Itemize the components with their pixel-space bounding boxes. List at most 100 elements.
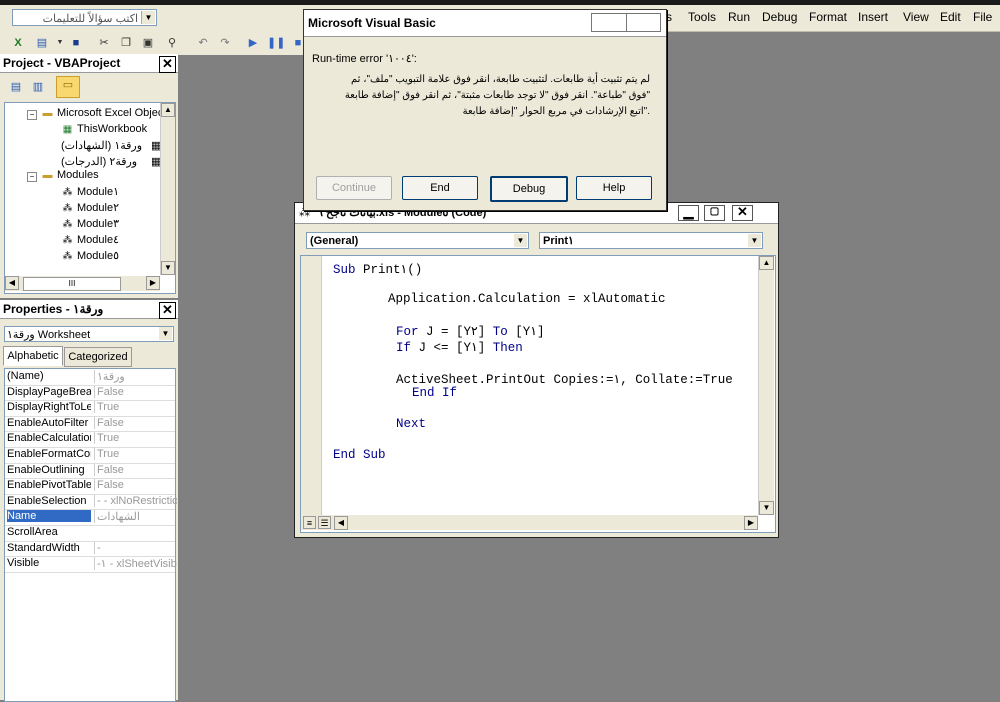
- property-row[interactable]: EnableSelection - - xlNoRestrictio: [5, 494, 177, 511]
- procedure-combo[interactable]: Print١ ▼: [539, 232, 763, 249]
- tree-item-sheet1[interactable]: (ورقة١ (الشهادات: [61, 139, 142, 152]
- menu-item-file[interactable]: File: [973, 10, 992, 24]
- chevron-right-icon[interactable]: ▶: [146, 276, 160, 290]
- undo-icon[interactable]: ↶: [195, 35, 211, 51]
- property-value[interactable]: False: [94, 463, 177, 476]
- view-code-icon[interactable]: ▤: [8, 79, 24, 95]
- property-value[interactable]: True: [94, 432, 177, 445]
- procedure-view-icon[interactable]: ≡: [303, 516, 316, 529]
- code-editor[interactable]: Sub Print١() Application.Calculation = x…: [300, 255, 776, 533]
- property-value[interactable]: False: [94, 385, 177, 398]
- chevron-down-icon[interactable]: ▼: [141, 11, 155, 24]
- collapse-icon[interactable]: −: [27, 110, 37, 120]
- chevron-up-icon[interactable]: ▲: [759, 256, 774, 270]
- scroll-thumb[interactable]: III: [23, 277, 121, 291]
- menu-item-debug[interactable]: Debug: [762, 10, 797, 24]
- full-module-view-icon[interactable]: ☰: [318, 516, 331, 529]
- close-icon[interactable]: ✕: [159, 56, 176, 73]
- minimize-icon[interactable]: ▁: [678, 205, 699, 221]
- property-row[interactable]: (Name) ورقة١: [5, 369, 175, 386]
- project-tree: − ▬ Microsoft Excel Objec ▦ ThisWorkbook (…: [4, 102, 176, 294]
- chevron-left-icon[interactable]: ◀: [5, 276, 19, 290]
- property-value[interactable]: False: [94, 416, 177, 429]
- tree-item-module4[interactable]: ⁂ Module٤: [61, 233, 120, 246]
- menu-item-view[interactable]: View: [903, 10, 929, 24]
- property-row[interactable]: StandardWidth -: [5, 541, 175, 558]
- menu-item-format[interactable]: Format: [809, 10, 847, 24]
- chevron-left-icon[interactable]: ◀: [334, 516, 348, 530]
- redo-icon[interactable]: ↷: [217, 35, 233, 51]
- end-button[interactable]: End: [402, 176, 478, 200]
- property-row[interactable]: EnableOutlining False: [5, 463, 175, 480]
- paste-icon[interactable]: ▣: [140, 35, 156, 51]
- menu-item-edit[interactable]: Edit: [940, 10, 961, 24]
- close-icon[interactable]: ✕: [732, 205, 753, 221]
- break-icon[interactable]: ❚❚: [267, 35, 285, 51]
- menu-item-run[interactable]: Run: [728, 10, 750, 24]
- help-search-box[interactable]: اكتب سؤالاً للتعليمات ▼: [12, 9, 157, 26]
- property-value[interactable]: True: [94, 448, 177, 460]
- code-line: If J <= [Y١] Then: [396, 341, 523, 355]
- cut-icon[interactable]: ✂: [96, 35, 112, 51]
- margin-indicator-bar[interactable]: [301, 256, 322, 515]
- close-icon[interactable]: ✕: [159, 302, 176, 319]
- tree-item-module2[interactable]: ⁂ Module٢: [61, 201, 120, 214]
- tree-item-module5[interactable]: ⁂ Module٥: [61, 249, 120, 262]
- tab-categorized[interactable]: Categorized: [64, 347, 132, 367]
- code-vscrollbar[interactable]: ▲ ▼: [758, 256, 774, 515]
- property-value[interactable]: الشهادات: [94, 510, 177, 524]
- menu-item-tools[interactable]: Tools: [688, 10, 716, 24]
- chevron-down-icon[interactable]: ▼: [514, 234, 527, 247]
- maximize-icon[interactable]: ▢: [704, 205, 725, 221]
- tree-item-thisworkbook[interactable]: ▦ ThisWorkbook: [61, 123, 147, 135]
- tree-item-modules[interactable]: ▬ Modules: [41, 169, 99, 181]
- collapse-icon[interactable]: −: [27, 172, 37, 182]
- chevron-down-icon[interactable]: ▼: [159, 327, 172, 340]
- tab-alphabetic[interactable]: Alphabetic: [3, 346, 63, 366]
- property-value[interactable]: -: [94, 541, 177, 554]
- save-icon[interactable]: ■: [68, 35, 84, 51]
- menu-item-insert[interactable]: Insert: [858, 10, 888, 24]
- property-name: (Name): [7, 370, 44, 382]
- tree-item-module3[interactable]: ⁂ Module٣: [61, 217, 120, 230]
- property-row[interactable]: EnablePivotTable False: [5, 478, 175, 495]
- property-row[interactable]: EnableFormatCon True: [5, 447, 175, 464]
- excel-icon[interactable]: X: [10, 35, 26, 51]
- toggle-folders-icon[interactable]: ▭: [56, 76, 80, 98]
- object-selector[interactable]: ورقة١ Worksheet ▼: [4, 326, 174, 342]
- code-hscrollbar[interactable]: ≡ ☰ ◀ ▶: [301, 515, 758, 530]
- view-object-icon[interactable]: ▥: [30, 79, 46, 95]
- tree-item-excel-objects[interactable]: ▬ Microsoft Excel Objec: [41, 107, 164, 119]
- property-value[interactable]: -١ - xlSheetVisib: [94, 557, 177, 571]
- property-row[interactable]: Visible -١ - xlSheetVisib: [5, 556, 177, 573]
- object-combo[interactable]: (General) ▼: [306, 232, 529, 249]
- property-row[interactable]: DisplayRightToLef True: [5, 400, 175, 417]
- chevron-down-icon[interactable]: ▼: [52, 35, 68, 51]
- object-selector-value: ورقة١ Worksheet: [7, 329, 91, 341]
- property-row[interactable]: EnableCalculation True: [5, 431, 175, 448]
- chevron-down-icon[interactable]: ▼: [748, 234, 761, 247]
- tree-item-sheet2[interactable]: (ورقة٢ (الدرجات: [61, 155, 137, 168]
- property-row[interactable]: DisplayPageBreak False: [5, 385, 175, 402]
- property-row[interactable]: EnableAutoFilter False: [5, 416, 175, 433]
- help-button[interactable]: Help: [576, 176, 652, 200]
- copy-icon[interactable]: ❐: [118, 35, 134, 51]
- chevron-right-icon[interactable]: ▶: [744, 516, 758, 530]
- continue-button[interactable]: Continue: [316, 176, 392, 200]
- run-icon[interactable]: ▶: [245, 35, 261, 51]
- tree-hscrollbar[interactable]: ◀ III ▶: [5, 276, 160, 291]
- property-value[interactable]: - - xlNoRestrictio: [94, 494, 177, 507]
- tree-item-module1[interactable]: ⁂ Module١: [61, 185, 120, 198]
- property-value[interactable]: True: [94, 401, 177, 414]
- property-row-selected[interactable]: Name الشهادات: [5, 509, 175, 526]
- property-value[interactable]: False: [94, 479, 177, 492]
- chevron-up-icon[interactable]: ▲: [161, 103, 175, 117]
- chevron-down-icon[interactable]: ▼: [161, 261, 175, 275]
- property-value[interactable]: ورقة١: [94, 370, 177, 383]
- property-row[interactable]: ScrollArea: [5, 525, 175, 542]
- debug-button[interactable]: Debug: [490, 176, 568, 202]
- tree-vscrollbar[interactable]: ▲ ▼: [160, 103, 175, 275]
- insert-userform-icon[interactable]: ▤: [34, 35, 50, 51]
- find-icon[interactable]: ⚲: [164, 35, 180, 51]
- chevron-down-icon[interactable]: ▼: [759, 501, 774, 515]
